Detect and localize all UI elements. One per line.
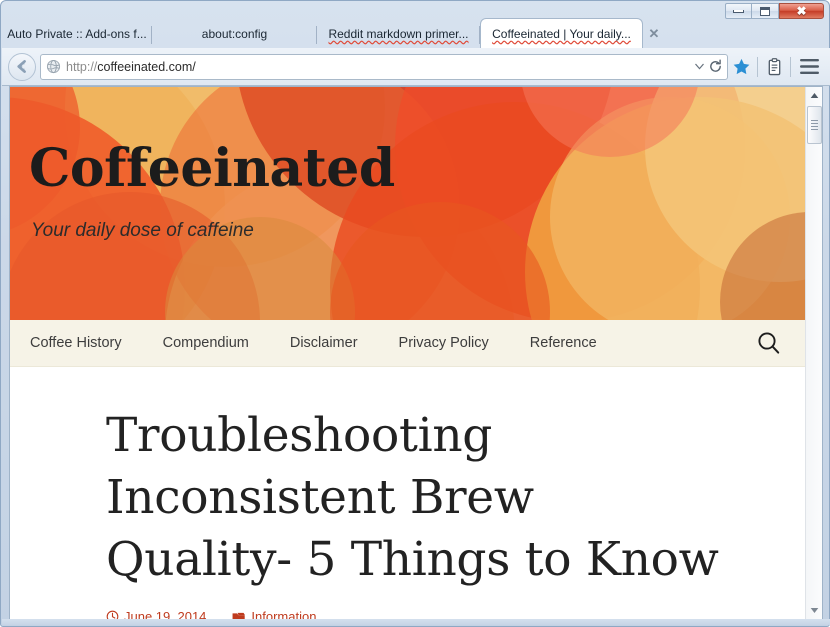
url-scheme: http:// <box>66 59 98 74</box>
close-tab-button[interactable]: ✕ <box>643 19 665 49</box>
tab-label: about:config <box>201 27 268 41</box>
web-page: Coffeeinated Your daily dose of caffeine… <box>10 87 805 619</box>
back-arrow-icon <box>16 60 26 73</box>
post-category-label: Information <box>251 609 317 619</box>
folder-icon <box>232 612 246 619</box>
url-host-path: coffeeinated.com/ <box>97 59 196 74</box>
scroll-up-button[interactable] <box>806 87 822 104</box>
browser-toolbar: http://coffeeinated.com/ <box>2 48 830 86</box>
tab-coffeeinated[interactable]: Coffeeinated | Your daily... <box>480 18 643 49</box>
chevron-down-icon <box>810 608 819 613</box>
banner-text: Coffeeinated Your daily dose of caffeine <box>10 87 805 320</box>
clock-icon <box>106 610 119 619</box>
post-category[interactable]: Information <box>232 609 316 619</box>
site-tagline: Your daily dose of caffeine <box>31 220 254 241</box>
nav-item-disclaimer[interactable]: Disclaimer <box>290 335 358 351</box>
chevron-down-icon[interactable] <box>691 57 707 77</box>
article: Troubleshooting Inconsistent Brew Qualit… <box>10 367 805 619</box>
url-text: http://coffeeinated.com/ <box>66 60 691 74</box>
nav-item-reference[interactable]: Reference <box>530 335 597 351</box>
site-title[interactable]: Coffeeinated <box>29 143 395 195</box>
post-title[interactable]: Troubleshooting Inconsistent Brew Qualit… <box>106 405 726 591</box>
maximize-icon <box>760 6 770 16</box>
hamburger-menu-icon <box>799 58 819 75</box>
search-icon <box>758 332 780 354</box>
post-date[interactable]: June 19, 2014 <box>106 609 206 619</box>
nav-item-privacy-policy[interactable]: Privacy Policy <box>399 335 489 351</box>
tab-label: Auto Private :: Add-ons f... <box>7 27 147 41</box>
tab-strip: Auto Private :: Add-ons f... about:confi… <box>2 17 830 49</box>
toolbar-separator <box>757 56 758 77</box>
tab-label: Coffeeinated | Your daily... <box>492 27 631 41</box>
menu-button[interactable] <box>794 52 824 82</box>
scroll-down-button[interactable] <box>806 602 822 619</box>
reader-view-button[interactable] <box>761 52 787 82</box>
tab-label: Reddit markdown primer... <box>328 27 469 41</box>
scrollbar-grip-icon <box>811 118 818 132</box>
tab-about-config[interactable]: about:config <box>152 19 317 49</box>
tab-auto-private[interactable]: Auto Private :: Add-ons f... <box>2 19 152 49</box>
star-icon <box>733 58 749 75</box>
scrollbar-thumb[interactable] <box>807 106 822 144</box>
chevron-up-icon <box>810 93 819 98</box>
nav-item-coffee-history[interactable]: Coffee History <box>30 335 122 351</box>
close-tab-icon: ✕ <box>648 26 660 41</box>
tab-reddit-markdown-primer[interactable]: Reddit markdown primer... <box>317 19 480 49</box>
minimize-icon <box>733 9 744 13</box>
nav-item-compendium[interactable]: Compendium <box>163 335 249 351</box>
search-button[interactable] <box>756 330 782 356</box>
bookmark-button[interactable] <box>728 52 754 82</box>
post-meta: June 19, 2014 Information <box>106 609 805 619</box>
reload-icon[interactable] <box>707 57 723 77</box>
url-bar[interactable]: http://coffeeinated.com/ <box>40 53 728 80</box>
toolbar-separator <box>790 56 791 77</box>
site-banner: Coffeeinated Your daily dose of caffeine <box>10 87 805 320</box>
close-icon: ✖ <box>796 4 807 18</box>
browser-window: ✖ Auto Private :: Add-ons f... about:con… <box>0 0 830 627</box>
post-date-label: June 19, 2014 <box>124 609 207 619</box>
globe-favicon <box>46 59 61 74</box>
window-status-strip <box>2 619 830 625</box>
page-viewport: Coffeeinated Your daily dose of caffeine… <box>9 86 823 620</box>
site-navigation: Coffee History Compendium Disclaimer Pri… <box>10 320 805 367</box>
reader-view-icon <box>768 57 780 75</box>
back-button[interactable] <box>8 52 36 81</box>
page-scrollbar[interactable] <box>805 87 822 619</box>
